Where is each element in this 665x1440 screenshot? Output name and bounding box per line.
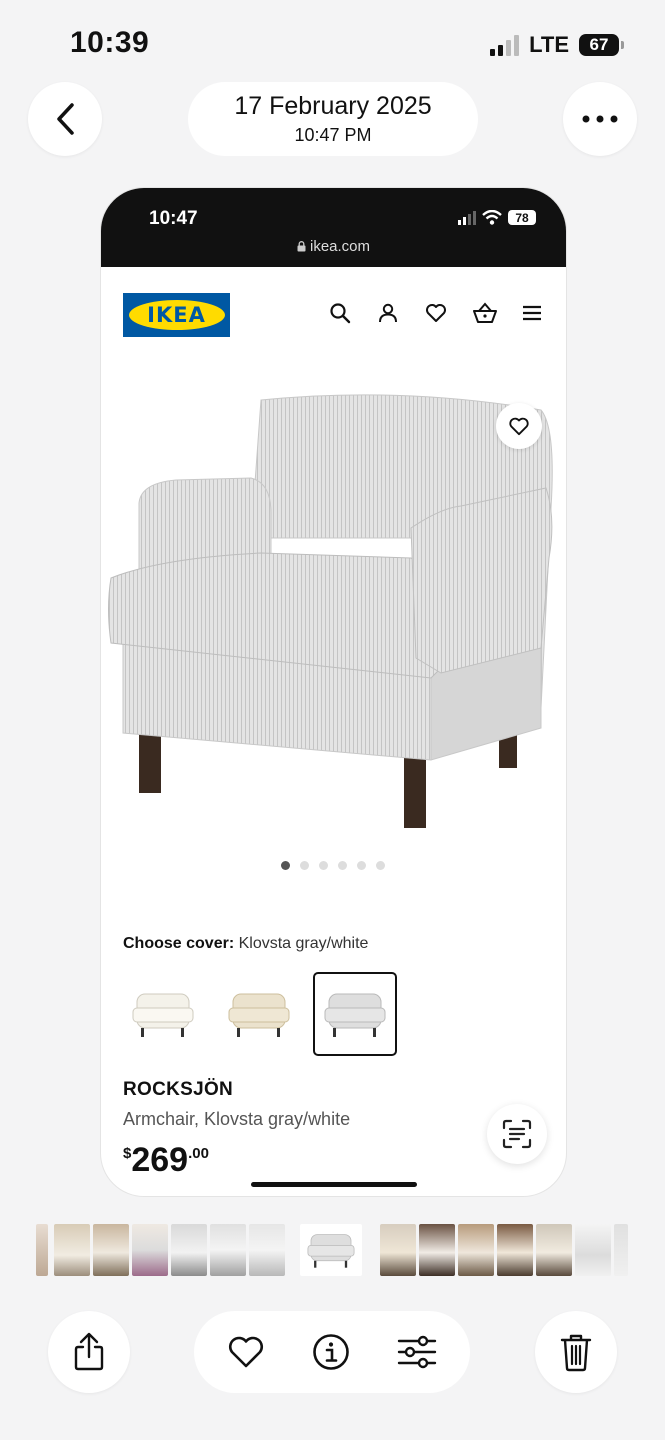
inner-battery-icon: 78 — [508, 210, 536, 225]
carousel-dot[interactable] — [319, 861, 328, 870]
armchair-thumbnail — [228, 993, 290, 1037]
wishlist-icon[interactable] — [424, 301, 448, 325]
battery-level: 67 — [589, 35, 609, 54]
delete-button[interactable] — [535, 1311, 617, 1393]
share-icon — [74, 1332, 104, 1371]
product-name: ROCKSJÖN — [123, 1079, 234, 1100]
filmstrip-thumb[interactable] — [614, 1224, 628, 1276]
wifi-icon — [482, 210, 502, 225]
filmstrip-thumb[interactable] — [132, 1224, 168, 1276]
cover-swatches — [123, 972, 397, 1056]
price-decimal: .00 — [188, 1145, 209, 1162]
carousel-dot[interactable] — [376, 861, 385, 870]
filmstrip-thumb[interactable] — [249, 1224, 285, 1276]
site-nav — [328, 301, 544, 325]
armchair-illustration — [108, 394, 553, 828]
filmstrip-thumb[interactable] — [171, 1224, 207, 1276]
url-text: ikea.com — [309, 238, 371, 255]
filmstrip-thumb-current[interactable] — [300, 1224, 362, 1276]
filmstrip-thumb[interactable] — [458, 1224, 494, 1276]
filmstrip-thumb[interactable] — [536, 1224, 572, 1276]
status-indicators: LTE 67 — [490, 32, 624, 58]
live-text-icon — [502, 1119, 532, 1149]
carousel-dot[interactable] — [357, 861, 366, 870]
battery-icon: 67 — [579, 34, 624, 56]
inner-battery-level: 78 — [515, 210, 529, 225]
price-currency: $ — [123, 1145, 132, 1162]
search-icon[interactable] — [328, 301, 352, 325]
inner-status-bar: 10:47 78 ikea.com — [101, 188, 566, 267]
info-icon — [313, 1334, 349, 1370]
heart-icon — [509, 417, 529, 436]
product-favorite-button[interactable] — [496, 403, 542, 449]
armchair-thumbnail — [324, 993, 386, 1037]
more-button[interactable] — [563, 82, 637, 156]
choose-cover-value: Klovsta gray/white — [238, 935, 369, 952]
logo-text: IKEA — [147, 303, 206, 327]
filmstrip-thumb[interactable] — [497, 1224, 533, 1276]
photo-time: 10:47 PM — [294, 125, 372, 145]
filmstrip-thumb[interactable] — [575, 1224, 611, 1276]
carousel-dot[interactable] — [338, 861, 347, 870]
heart-icon — [229, 1336, 264, 1368]
adjust-icon — [397, 1335, 436, 1369]
inner-signal-icon — [458, 210, 476, 225]
menu-icon[interactable] — [520, 301, 544, 325]
adjust-button[interactable] — [397, 1335, 437, 1369]
armchair-thumbnail — [132, 993, 194, 1037]
filmstrip-thumb[interactable] — [54, 1224, 90, 1276]
carousel-dot[interactable] — [281, 861, 290, 870]
swatch-gray-white-cover[interactable] — [313, 972, 397, 1056]
signal-icon — [490, 34, 520, 56]
more-icon — [582, 115, 618, 123]
product-price: $ 269 .00 — [123, 1141, 209, 1180]
url-bar[interactable]: ikea.com — [101, 238, 566, 255]
filmstrip-thumb[interactable] — [36, 1224, 48, 1276]
date-header: 17 February 2025 10:47 PM — [188, 82, 478, 156]
info-button[interactable] — [312, 1333, 350, 1371]
carousel-dot[interactable] — [300, 861, 309, 870]
share-button[interactable] — [48, 1311, 130, 1393]
cart-icon[interactable] — [472, 301, 497, 325]
price-integer: 269 — [131, 1141, 189, 1179]
filmstrip-thumb[interactable] — [93, 1224, 129, 1276]
chevron-left-icon — [57, 103, 74, 135]
home-indicator — [251, 1182, 417, 1187]
favorite-button[interactable] — [227, 1335, 265, 1369]
choose-cover-label: Choose cover: — [123, 935, 235, 952]
status-time: 10:39 — [70, 26, 150, 59]
product-image[interactable] — [101, 388, 566, 848]
photo-filmstrip[interactable] — [0, 1224, 665, 1280]
photo-actions — [194, 1311, 470, 1393]
photo-viewer[interactable]: 10:47 78 ikea.com IKEA Choose cover: Klo… — [100, 187, 567, 1197]
filmstrip-thumb[interactable] — [419, 1224, 455, 1276]
filmstrip-thumb[interactable] — [380, 1224, 416, 1276]
cover-selection-label: Choose cover: Klovsta gray/white — [123, 935, 368, 953]
armchair-thumbnail — [307, 1234, 355, 1268]
back-button[interactable] — [28, 82, 102, 156]
ikea-logo[interactable]: IKEA — [123, 293, 230, 337]
inner-time: 10:47 — [149, 208, 198, 229]
swatch-white-cover[interactable] — [123, 974, 203, 1054]
photo-date: 17 February 2025 — [234, 92, 432, 120]
image-carousel-dots[interactable] — [281, 861, 385, 870]
account-icon[interactable] — [376, 301, 400, 325]
lock-icon — [297, 241, 306, 252]
product-description: Armchair, Klovsta gray/white — [123, 1109, 351, 1129]
network-label: LTE — [529, 32, 569, 57]
trash-icon — [560, 1334, 592, 1372]
swatch-beige-cover[interactable] — [219, 974, 299, 1054]
live-text-button[interactable] — [487, 1104, 547, 1164]
filmstrip-thumb[interactable] — [210, 1224, 246, 1276]
